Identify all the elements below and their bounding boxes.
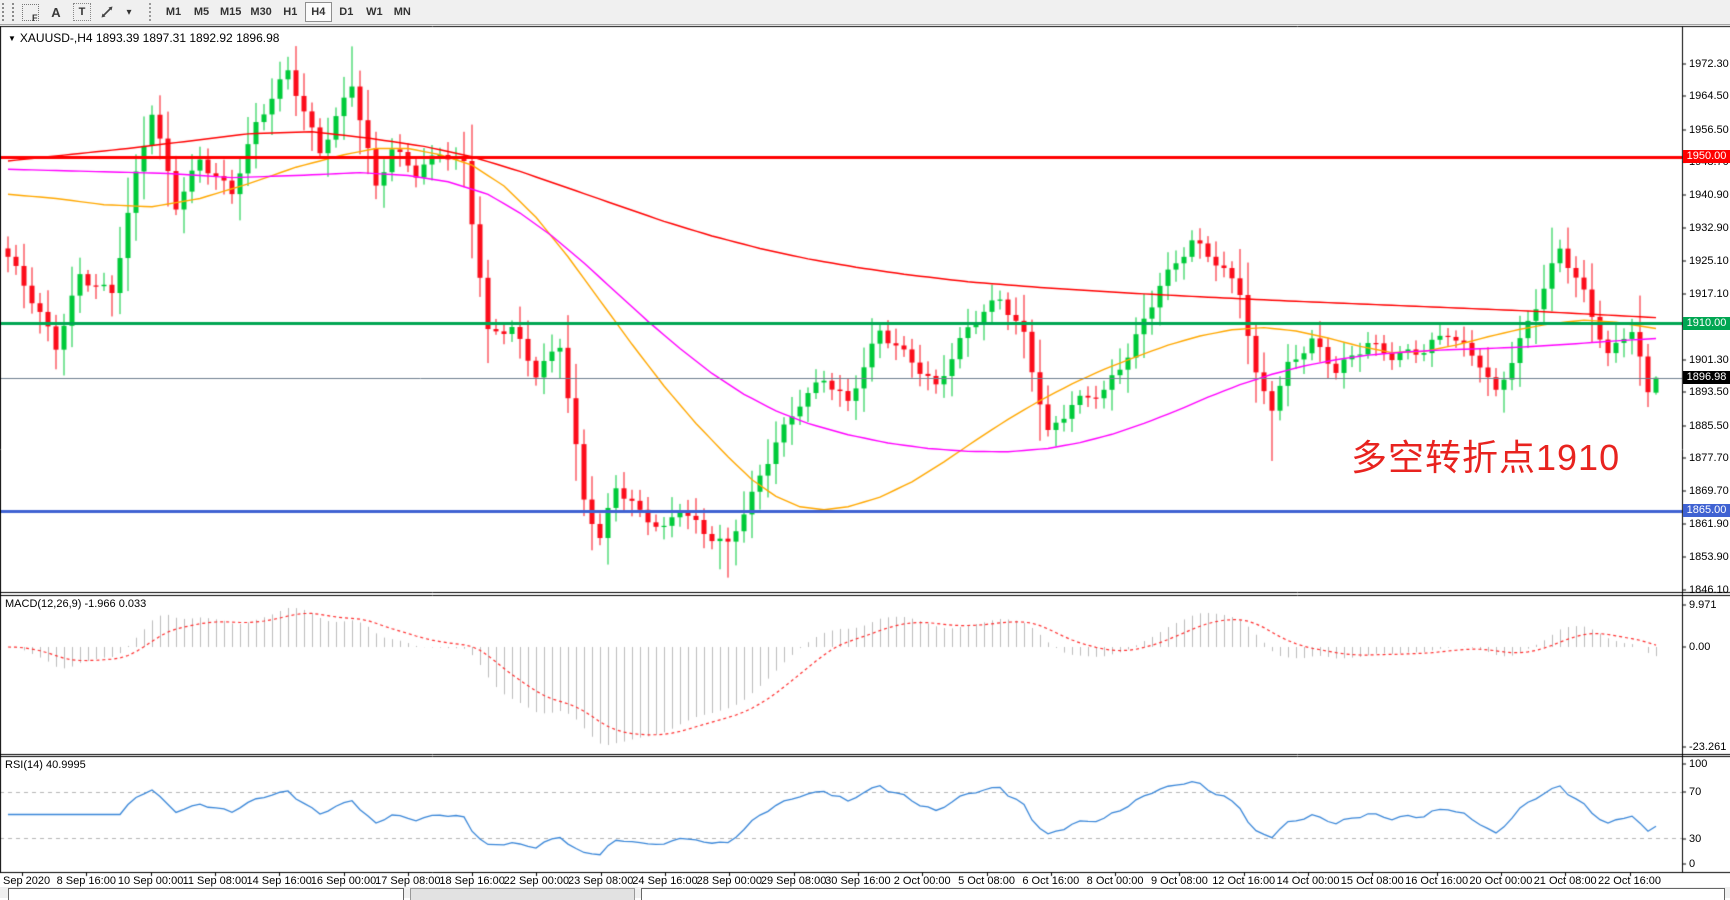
price-tick-label: 1853.90 <box>1689 551 1729 563</box>
macd-tick-label: 9.971 <box>1689 599 1717 611</box>
date-axis-label: 16 Sep 00:00 <box>311 875 376 887</box>
date-axis-label: 30 Sep 16:00 <box>825 875 890 887</box>
rsi-header: RSI(14) 40.9995 <box>5 759 86 771</box>
rsi-tick-label: 100 <box>1689 758 1707 770</box>
price-tick-label: 1861.90 <box>1689 518 1729 530</box>
date-axis-label: 12 Oct 16:00 <box>1212 875 1275 887</box>
date-axis-label: 23 Sep 08:00 <box>568 875 633 887</box>
price-tick-label: 1972.30 <box>1689 58 1729 70</box>
date-axis-label: 16 Oct 16:00 <box>1405 875 1468 887</box>
date-axis-label: 15 Oct 08:00 <box>1341 875 1404 887</box>
price-tick-label: 1846.10 <box>1689 584 1729 596</box>
chart-tab-strip <box>0 887 1730 898</box>
date-axis-label: 29 Sep 08:00 <box>761 875 826 887</box>
date-axis-label: 21 Oct 08:00 <box>1534 875 1597 887</box>
date-axis-label: 5 Oct 08:00 <box>958 875 1015 887</box>
macd-tick-label: -23.261 <box>1689 741 1726 753</box>
date-axis-label: 18 Sep 16:00 <box>439 875 504 887</box>
price-line-box-1910.00[interactable]: 1910.00 <box>1683 317 1730 330</box>
date-axis-label: 8 Sep 16:00 <box>57 875 116 887</box>
date-axis-label: 24 Sep 16:00 <box>632 875 697 887</box>
date-axis-label: 20 Oct 00:00 <box>1469 875 1532 887</box>
date-axis-label: 8 Oct 00:00 <box>1087 875 1144 887</box>
price-tick-label: 1893.50 <box>1689 386 1729 398</box>
rsi-tick-label: 70 <box>1689 786 1701 798</box>
date-axis-label: 11 Sep 08:00 <box>183 875 248 887</box>
date-axis-label: 10 Sep 00:00 <box>118 875 183 887</box>
price-tick-label: 1917.10 <box>1689 288 1729 300</box>
chart-tab-1[interactable] <box>8 888 404 900</box>
price-line-box-1865.00[interactable]: 1865.00 <box>1683 504 1730 517</box>
annotation-text[interactable]: 多空转折点1910 <box>1351 429 1620 481</box>
date-axis-label: 28 Sep 00:00 <box>697 875 762 887</box>
price-tick-label: 1932.90 <box>1689 222 1729 234</box>
price-tick-label: 1956.50 <box>1689 124 1729 136</box>
chart-tab-2[interactable] <box>410 888 635 900</box>
price-tick-label: 1877.70 <box>1689 452 1729 464</box>
price-tick-label: 1901.30 <box>1689 354 1729 366</box>
date-axis-label: 14 Sep 16:00 <box>246 875 311 887</box>
symbol-ohlc-text: XAUUSD-,H4 1893.39 1897.31 1892.92 1896.… <box>20 31 280 45</box>
date-axis-label: 9 Oct 08:00 <box>1151 875 1208 887</box>
collapse-triangle-icon[interactable]: ▼ <box>8 34 16 43</box>
macd-tick-label: 0.00 <box>1689 641 1710 653</box>
date-axis-label: 14 Oct 00:00 <box>1277 875 1340 887</box>
date-axis-label: 22 Sep 00:00 <box>504 875 569 887</box>
price-tick-label: 1964.50 <box>1689 90 1729 102</box>
rsi-tick-label: 30 <box>1689 833 1701 845</box>
date-axis-label: 17 Sep 08:00 <box>375 875 440 887</box>
price-tick-label: 1925.10 <box>1689 255 1729 267</box>
price-tick-label: 1940.90 <box>1689 189 1729 201</box>
chart-tab-3[interactable] <box>641 888 1725 900</box>
rsi-tick-label: 0 <box>1689 858 1695 870</box>
macd-header: MACD(12,26,9) -1.966 0.033 <box>5 598 146 610</box>
date-axis-label: 7 Sep 2020 <box>0 875 50 887</box>
chart-title: ▼ XAUUSD-,H4 1893.39 1897.31 1892.92 1896… <box>8 31 279 45</box>
price-line-box-1950.00[interactable]: 1950.00 <box>1683 150 1730 163</box>
price-line-box-1896.98[interactable]: 1896.98 <box>1683 371 1730 384</box>
date-axis-label: 2 Oct 00:00 <box>894 875 951 887</box>
date-axis-label: 6 Oct 16:00 <box>1022 875 1079 887</box>
date-axis-label: 22 Oct 16:00 <box>1598 875 1661 887</box>
price-tick-label: 1885.50 <box>1689 420 1729 432</box>
price-tick-label: 1869.70 <box>1689 485 1729 497</box>
